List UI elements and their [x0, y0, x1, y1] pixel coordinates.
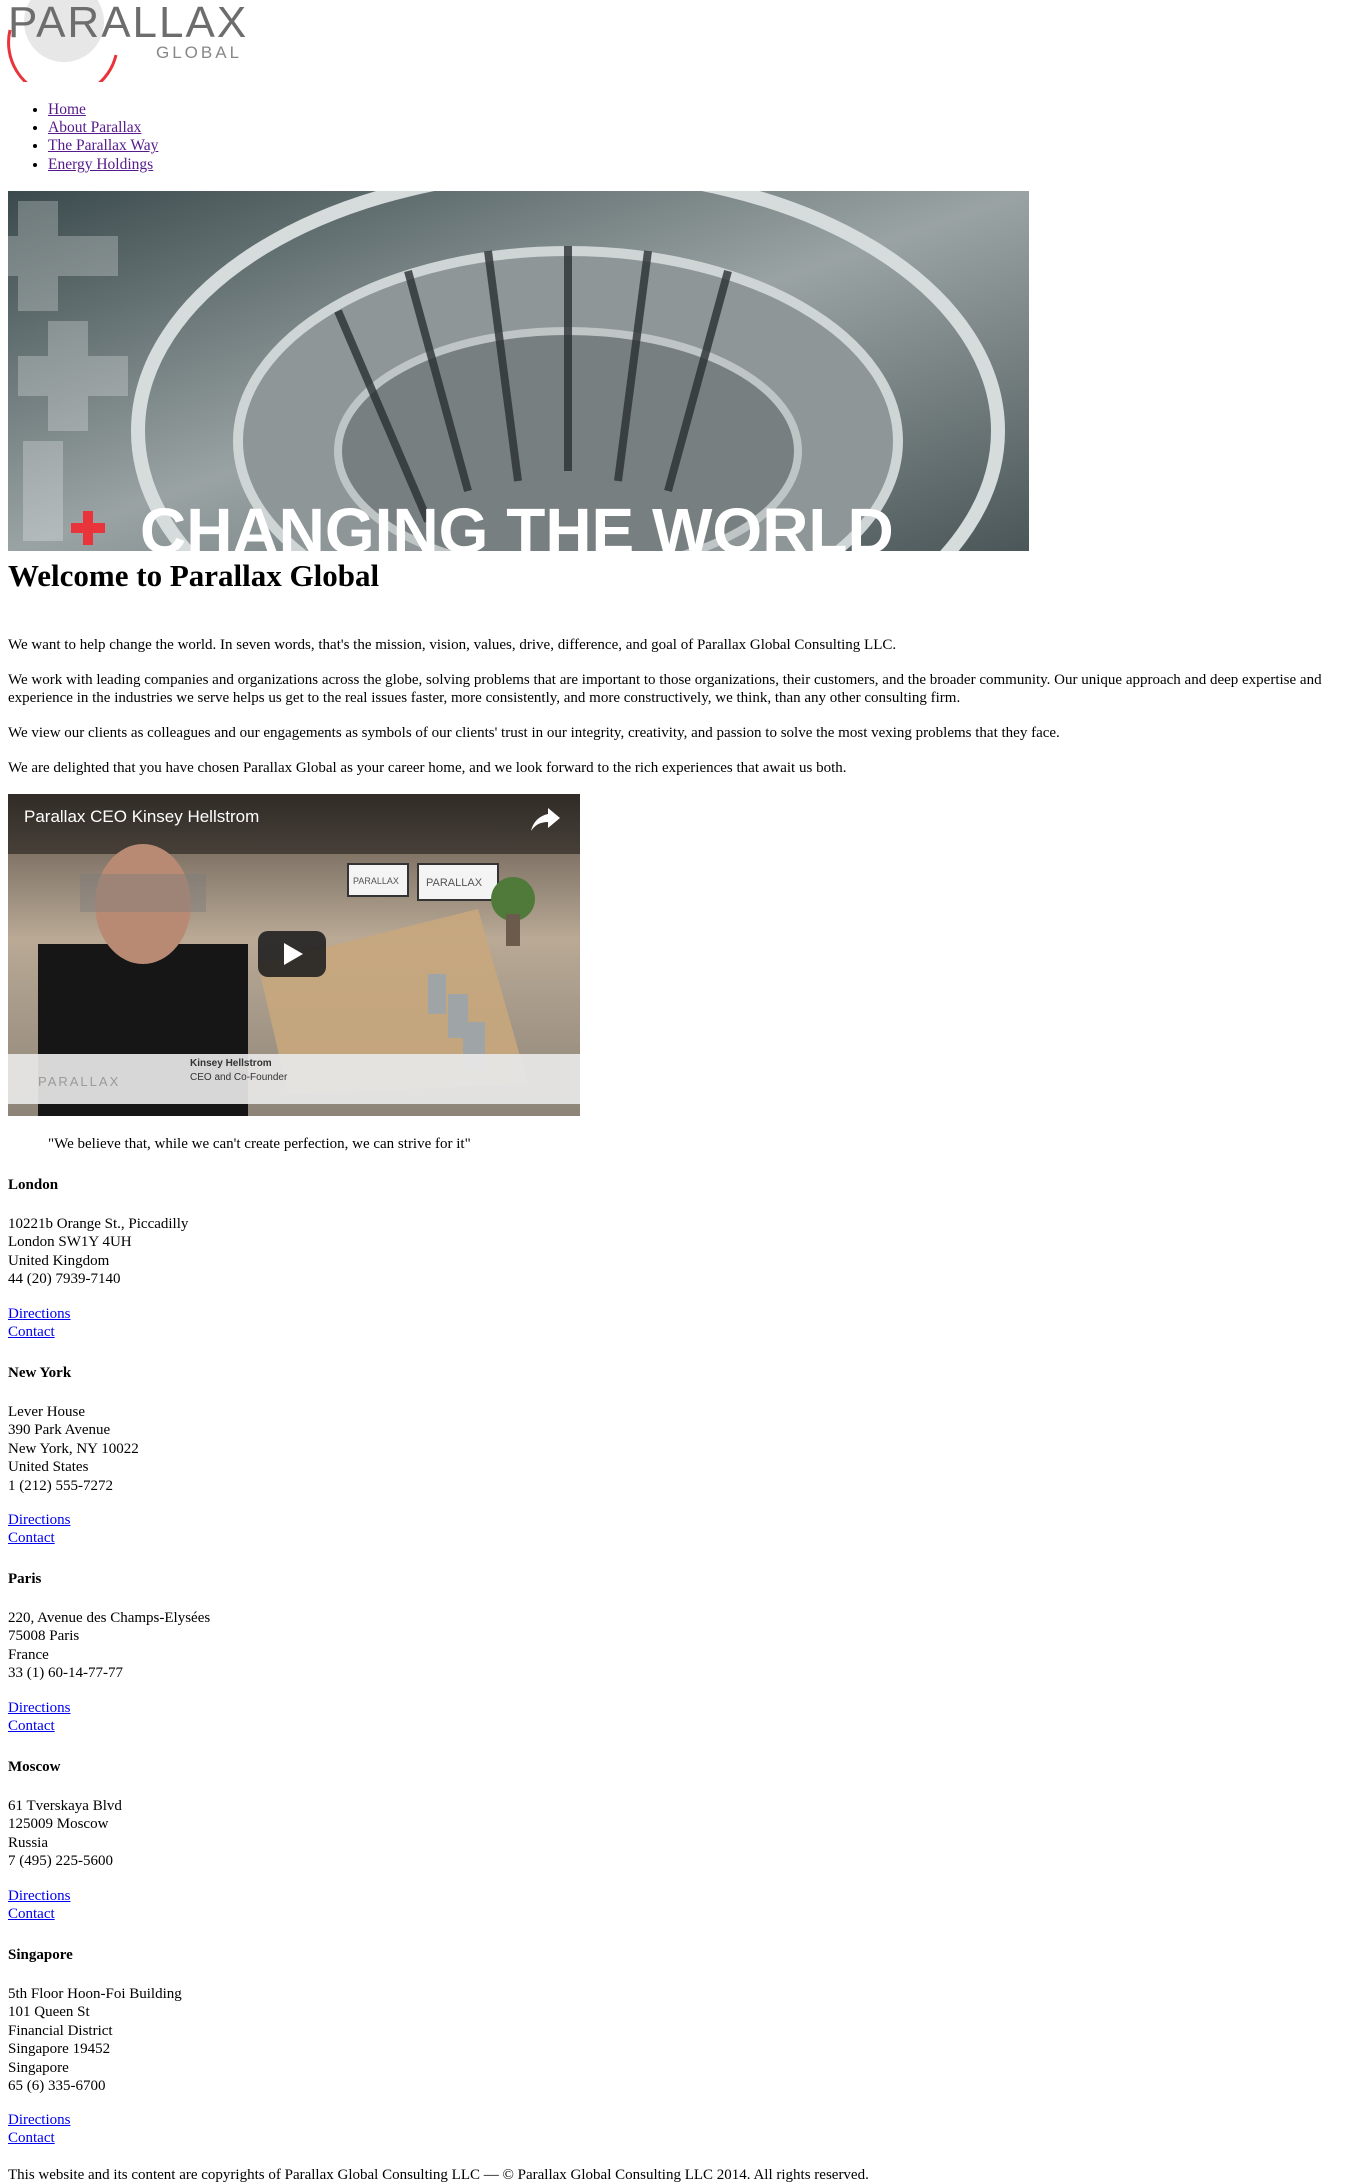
address-line: 125009 Moscow: [8, 1816, 109, 1833]
address-line: Financial District: [8, 2022, 113, 2039]
nav-item-about: About Parallax: [48, 119, 158, 137]
office-paris-address: 220, Avenue des Champs-Elysées 75008 Par…: [8, 1609, 210, 1683]
lower-third-role: CEO and Co-Founder: [190, 1072, 288, 1083]
video-thumbnail: PARALLAX PARALLAX PARALLAX Kinsey Hellst…: [8, 794, 580, 1116]
directions-link-paris[interactable]: Directions: [8, 1700, 70, 1716]
address-line: 220, Avenue des Champs-Elysées: [8, 1610, 211, 1626]
office-singapore-links: Directions Contact: [8, 2111, 70, 2148]
intro-paragraph-2: We work with leading companies and organ…: [8, 672, 1322, 707]
video-player[interactable]: PARALLAX PARALLAX PARALLAX Kinsey Hellst…: [8, 794, 580, 1116]
phone-number: 33 (1) 60-14-77-77: [8, 1665, 123, 1682]
footer-copyright: This website and its content are copyrig…: [8, 2167, 869, 2183]
address-line: 390 Park Avenue: [8, 1422, 111, 1439]
intro-paragraph-1: We want to help change the world. In sev…: [8, 637, 897, 653]
main-nav: Home About Parallax The Parallax Way Ene…: [48, 101, 158, 174]
office-moscow-address: 61 Tverskaya Blvd 125009 Moscow Russia 7…: [8, 1797, 122, 1871]
office-london-address: 10221b Orange St., Piccadilly London SW1…: [8, 1215, 188, 1289]
office-singapore-address: 5th Floor Hoon-Foi Building 101 Queen St…: [8, 1985, 182, 2095]
address-line: Singapore 19452: [8, 2041, 111, 2058]
phone-number: 7 (495) 225-5600: [8, 1853, 113, 1870]
hero-banner-text: CHANGING THE WORLD: [140, 495, 894, 551]
contact-link-london[interactable]: Contact: [8, 1324, 55, 1340]
office-paris-links: Directions Contact: [8, 1699, 70, 1736]
address-line: Russia: [8, 1834, 49, 1851]
logo-mark: PARALLAX GLOBAL: [7, 0, 248, 82]
intro-paragraph-4: We are delighted that you have chosen Pa…: [8, 760, 847, 776]
address-line: United Kingdom: [8, 1252, 110, 1269]
contact-link-moscow[interactable]: Contact: [8, 1906, 55, 1922]
directions-link-singapore[interactable]: Directions: [8, 2112, 70, 2128]
directions-link-london[interactable]: Directions: [8, 1306, 70, 1322]
contact-link-paris[interactable]: Contact: [8, 1718, 55, 1734]
nav-item-home: Home: [48, 101, 158, 119]
office-paris-title: Paris: [8, 1571, 42, 1587]
video-title: Parallax CEO Kinsey Hellstrom: [24, 807, 259, 826]
phone-number: 65 (6) 335-6700: [8, 2078, 106, 2095]
logo[interactable]: PARALLAX GLOBAL: [6, 0, 248, 82]
office-moscow-title: Moscow: [8, 1759, 61, 1775]
lower-third-brand: PARALLAX: [38, 1074, 120, 1089]
address-line: United States: [8, 1459, 89, 1476]
logo-sub: GLOBAL: [156, 43, 242, 62]
address-line: New York, NY 10022: [8, 1440, 139, 1457]
address-line: 61 Tverskaya Blvd: [8, 1798, 122, 1814]
address-line: 75008 Paris: [8, 1628, 80, 1645]
office-singapore-title: Singapore: [8, 1947, 73, 1963]
hero-image: CHANGING THE WORLD: [8, 191, 1029, 551]
address-line: 10221b Orange St., Piccadilly: [8, 1216, 189, 1232]
office-london-links: Directions Contact: [8, 1305, 70, 1342]
nav-link-home[interactable]: Home: [48, 101, 86, 118]
address-line: France: [8, 1646, 49, 1663]
office-newyork-links: Directions Contact: [8, 1511, 70, 1548]
office-london-title: London: [8, 1177, 59, 1193]
logo-name: PARALLAX: [8, 0, 248, 47]
ceo-quote: "We believe that, while we can't create …: [48, 1136, 471, 1152]
contact-link-newyork[interactable]: Contact: [8, 1530, 55, 1546]
nav-link-about[interactable]: About Parallax: [48, 119, 141, 136]
office-newyork-address: Lever House 390 Park Avenue New York, NY…: [8, 1403, 139, 1495]
address-line: 101 Queen St: [8, 2004, 90, 2021]
nav-item-parallax-way: The Parallax Way: [48, 137, 158, 155]
address-line: 5th Floor Hoon-Foi Building: [8, 1986, 182, 2002]
contact-link-singapore[interactable]: Contact: [8, 2130, 55, 2146]
hero-banner: CHANGING THE WORLD: [8, 191, 1029, 551]
address-line: London SW1Y 4UH: [8, 1234, 132, 1251]
intro-paragraph-3: We view our clients as colleagues and ou…: [8, 725, 1060, 741]
phone-number: 44 (20) 7939-7140: [8, 1271, 121, 1288]
nav-link-parallax-way[interactable]: The Parallax Way: [48, 137, 158, 154]
screen-brand-1: PARALLAX: [353, 876, 399, 886]
address-line: Singapore: [8, 2059, 69, 2076]
nav-link-energy-holdings[interactable]: Energy Holdings: [48, 156, 153, 173]
directions-link-newyork[interactable]: Directions: [8, 1512, 70, 1528]
play-button[interactable]: [258, 931, 326, 977]
directions-link-moscow[interactable]: Directions: [8, 1888, 70, 1904]
phone-number: 1 (212) 555-7272: [8, 1477, 113, 1494]
office-newyork-title: New York: [8, 1365, 72, 1381]
office-moscow-links: Directions Contact: [8, 1887, 70, 1924]
screen-brand-2: PARALLAX: [426, 877, 483, 889]
lower-third-name: Kinsey Hellstrom: [190, 1058, 272, 1069]
address-line: Lever House: [8, 1404, 86, 1420]
nav-item-energy-holdings: Energy Holdings: [48, 156, 158, 174]
page-title: Welcome to Parallax Global: [8, 558, 380, 593]
